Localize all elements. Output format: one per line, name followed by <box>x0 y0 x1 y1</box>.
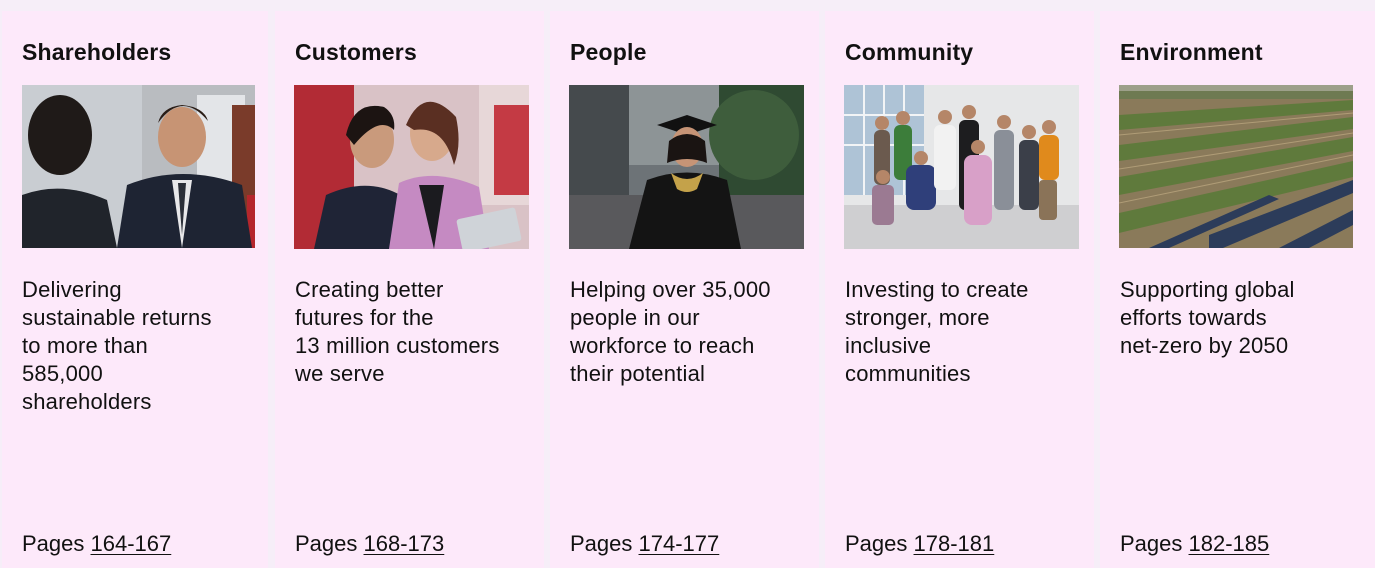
card-pages: Pages 178-181 <box>845 531 994 557</box>
card-description: Creating better futures for the 13 milli… <box>295 277 500 386</box>
card-people: People Helping over 35,000 people in our… <box>550 11 819 568</box>
pages-label: Pages <box>22 531 85 556</box>
card-environment: Environment Supporting global efforts to… <box>1100 11 1375 568</box>
pages-link[interactable]: 164-167 <box>91 531 172 556</box>
stakeholder-panel: Shareholders Delivering sustainable retu… <box>0 0 1375 568</box>
community-photo <box>844 85 1079 249</box>
card-title: Community <box>845 39 974 65</box>
pages-link[interactable]: 174-177 <box>639 531 720 556</box>
pages-label: Pages <box>1120 531 1183 556</box>
card-title: Environment <box>1120 39 1263 65</box>
card-customers: Customers Creating better futures for th… <box>275 11 544 568</box>
pages-label: Pages <box>570 531 633 556</box>
card-description: Helping over 35,000 people in our workfo… <box>570 277 771 386</box>
card-title: Shareholders <box>22 39 172 65</box>
pages-link[interactable]: 178-181 <box>914 531 995 556</box>
card-description: Supporting global efforts towards net-ze… <box>1120 277 1295 358</box>
shareholders-photo <box>22 85 255 248</box>
card-shareholders: Shareholders Delivering sustainable retu… <box>2 11 268 568</box>
card-description: Delivering sustainable returns to more t… <box>22 277 212 414</box>
customers-photo <box>294 85 529 249</box>
pages-label: Pages <box>295 531 358 556</box>
card-pages: Pages 164-167 <box>22 531 171 557</box>
card-description: Investing to create stronger, more inclu… <box>845 277 1029 386</box>
card-pages: Pages 182-185 <box>1120 531 1269 557</box>
environment-photo <box>1119 85 1353 248</box>
card-title: People <box>570 39 647 65</box>
pages-link[interactable]: 168-173 <box>364 531 445 556</box>
card-community: Community Investing to create stronger, … <box>825 11 1094 568</box>
card-pages: Pages 174-177 <box>570 531 719 557</box>
pages-link[interactable]: 182-185 <box>1189 531 1270 556</box>
people-photo <box>569 85 804 249</box>
card-title: Customers <box>295 39 417 65</box>
card-pages: Pages 168-173 <box>295 531 444 557</box>
pages-label: Pages <box>845 531 908 556</box>
